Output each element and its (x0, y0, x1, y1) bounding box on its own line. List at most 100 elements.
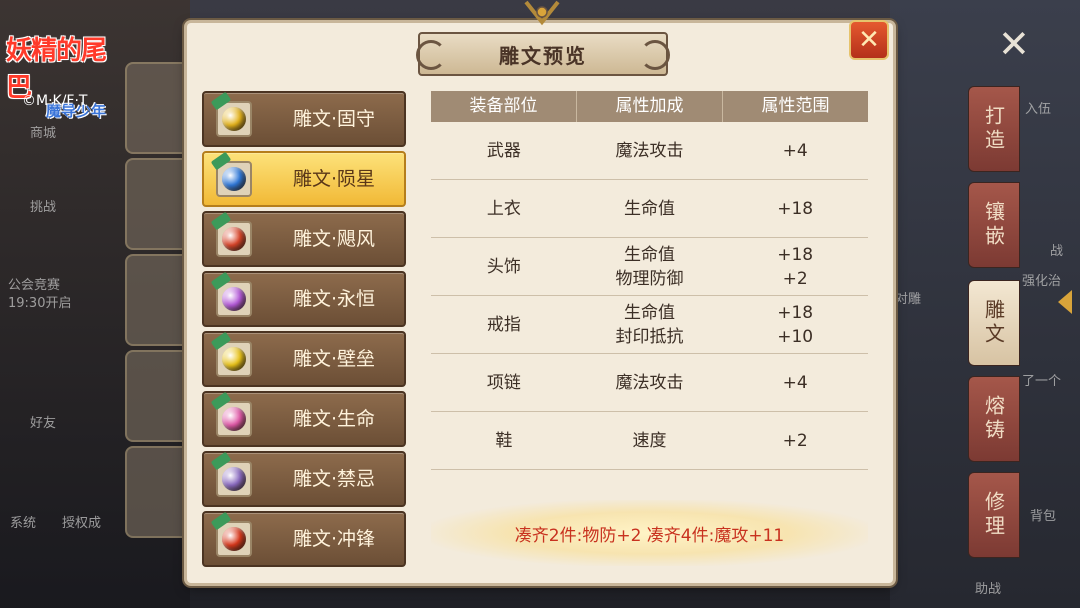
bg-menu-label: 系统 (10, 516, 37, 531)
bg-menu-label: 授权成 (62, 516, 102, 531)
rune-gem-icon (222, 347, 246, 371)
table-row: 上衣 生命值 +18 (431, 180, 868, 238)
range-cell: +2 (722, 412, 868, 469)
tab-melt[interactable]: 熔铸 (968, 376, 1020, 462)
top-ornament-icon (524, 0, 560, 26)
bg-menu-label[interactable]: 好友 (30, 412, 56, 431)
attribute-name: 生命值 (624, 302, 675, 323)
column-header: 属性加成 (577, 91, 723, 122)
dialog-close-button[interactable]: ✕ (849, 20, 889, 60)
close-icon[interactable]: ✕ (998, 22, 1030, 66)
attribute-cell: 生命值 (577, 180, 723, 237)
rune-gem-icon (222, 527, 246, 551)
rune-item[interactable]: 雕文·壁垒 (202, 331, 406, 387)
rune-item-label: 雕文·飓风 (292, 228, 376, 250)
equipment-slot[interactable] (125, 158, 191, 250)
attribute-range: +2 (782, 268, 808, 289)
table-row: 头饰 生命值 物理防御 +18 +2 (431, 238, 868, 296)
rune-attribute-table: 装备部位 属性加成 属性范围 武器 魔法攻击 +4 上衣 生命值 +18 头饰 生命值 物理防御… (431, 91, 868, 470)
bg-menu-label[interactable]: 挑战 (30, 196, 56, 215)
tab-engrave[interactable]: 雕文 (968, 280, 1020, 366)
equipment-part-cell: 戒指 (431, 296, 577, 353)
rune-item-label: 雕文·冲锋 (292, 528, 376, 550)
rune-gem-icon (222, 107, 246, 131)
equipment-part: 项链 (486, 372, 521, 393)
attribute-name: 魔法攻击 (615, 372, 684, 393)
attribute-cell: 魔法攻击 (577, 354, 723, 411)
attribute-range: +18 (777, 302, 814, 323)
equipment-part-cell: 武器 (431, 122, 577, 179)
rune-item[interactable]: 雕文·永恒 (202, 271, 406, 327)
rune-item-label: 雕文·禁忌 (292, 468, 376, 490)
attribute-name: 魔法攻击 (615, 140, 684, 161)
tab-inlay[interactable]: 镶嵌 (968, 182, 1020, 268)
bg-side-label: 强化治 (1022, 274, 1062, 289)
attribute-cell: 魔法攻击 (577, 122, 723, 179)
rune-item[interactable]: 雕文·飓风 (202, 211, 406, 267)
expand-arrow-icon[interactable] (1058, 290, 1072, 314)
bg-menu-label: 19:30开启 (8, 296, 72, 311)
rune-item[interactable]: 雕文·固守 (202, 91, 406, 147)
set-bonus-text: 凑齐2件:物防+2 凑齐4件:魔攻+11 (431, 500, 868, 566)
attribute-name: 速度 (632, 430, 667, 451)
tab-repair[interactable]: 修理 (968, 472, 1020, 558)
ornament-curl-icon (640, 40, 670, 70)
close-x-icon: ✕ (858, 25, 880, 55)
attribute-cell: 生命值 物理防御 (577, 238, 723, 295)
rune-item-label: 雕文·固守 (292, 108, 376, 130)
attribute-name: 生命值 (624, 198, 675, 219)
rune-gem-icon (222, 167, 246, 191)
bg-side-label: 了一个 (1022, 374, 1062, 389)
equipment-part: 上衣 (486, 198, 521, 219)
tab-forge[interactable]: 打造 (968, 86, 1020, 172)
bg-menu-label[interactable]: 公会竞赛 (8, 274, 60, 293)
rune-item-label: 雕文·生命 (292, 408, 376, 430)
rune-gem-icon (222, 227, 246, 251)
attribute-range: +18 (777, 198, 814, 219)
attribute-name: 封印抵抗 (615, 326, 684, 347)
column-header: 装备部位 (431, 91, 577, 122)
table-row: 戒指 生命值 封印抵抗 +18 +10 (431, 296, 868, 354)
bg-side-label[interactable]: 背包 (1030, 505, 1056, 524)
equipment-slot[interactable] (125, 254, 191, 346)
rune-item[interactable]: 雕文·禁忌 (202, 451, 406, 507)
equipment-part-cell: 项链 (431, 354, 577, 411)
bg-side-label: 战 (1050, 244, 1064, 259)
bg-side-label: 对雕 (895, 292, 922, 307)
bg-side-label: 入伍 (1025, 102, 1052, 117)
bg-side-label[interactable]: 助战 (975, 578, 1001, 597)
attribute-range: +4 (782, 140, 808, 161)
equipment-part: 戒指 (486, 314, 521, 335)
rune-item[interactable]: 雕文·陨星 (202, 151, 406, 207)
rune-item[interactable]: 雕文·冲锋 (202, 511, 406, 567)
dialog-title: 雕文预览 (499, 43, 587, 68)
column-header: 属性范围 (761, 96, 830, 116)
table-row: 项链 魔法攻击 +4 (431, 354, 868, 412)
attribute-range: +18 (777, 244, 814, 265)
rune-item-label: 雕文·壁垒 (292, 348, 376, 370)
rune-item-label: 雕文·永恒 (292, 288, 376, 310)
equipment-part-cell: 头饰 (431, 238, 577, 295)
bg-menu-label[interactable]: 商城 (30, 122, 56, 141)
equipment-part: 武器 (486, 140, 521, 161)
table-header: 装备部位 属性加成 属性范围 (431, 91, 868, 122)
copyright-text: ©M·K/F·T (22, 93, 88, 109)
attribute-name: 物理防御 (615, 268, 684, 289)
equipment-slot[interactable] (125, 350, 191, 442)
range-cell: +4 (722, 122, 868, 179)
rune-gem-icon (222, 287, 246, 311)
equipment-slot[interactable] (125, 446, 191, 538)
table-row: 武器 魔法攻击 +4 (431, 122, 868, 180)
range-cell: +18 +2 (722, 238, 868, 295)
rune-item-label: 雕文·陨星 (292, 168, 376, 190)
attribute-name: 生命值 (624, 244, 675, 265)
equipment-slot[interactable] (125, 62, 191, 154)
rune-item[interactable]: 雕文·生命 (202, 391, 406, 447)
dialog-title-plate: 雕文预览 (416, 32, 670, 76)
range-cell: +4 (722, 354, 868, 411)
attribute-cell: 速度 (577, 412, 723, 469)
ornament-curl-icon (416, 40, 446, 70)
equipment-part: 鞋 (495, 430, 513, 451)
table-body: 武器 魔法攻击 +4 上衣 生命值 +18 头饰 生命值 物理防御 +18 +2 戒指 生命值 封印抵抗 +… (431, 122, 868, 470)
range-cell: +18 (722, 180, 868, 237)
